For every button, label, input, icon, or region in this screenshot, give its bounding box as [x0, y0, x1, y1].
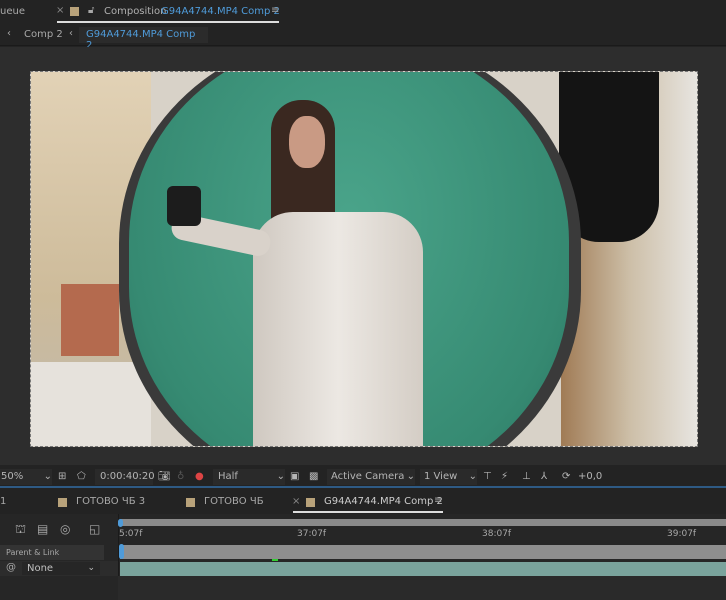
- camera-value: Active Camera: [331, 471, 405, 482]
- magnification-value: 50%: [1, 471, 24, 482]
- viewer-toolbar: 50% ⌄ ⊞ ⬠ 0:00:40:20 📷︎ ♁ ● Half ⌄ ▣ ▩ Ac…: [0, 465, 726, 488]
- wall-decor: [61, 284, 119, 356]
- active-tab-underline: [57, 21, 279, 23]
- timeline-tab[interactable]: ГОТОВО ЧБ: [204, 496, 264, 507]
- reset-exposure-icon[interactable]: ⟳: [562, 469, 570, 485]
- graph-editor-icon[interactable]: ◱: [89, 522, 100, 536]
- layer-bar[interactable]: [120, 562, 726, 576]
- work-area-start-handle[interactable]: [118, 519, 123, 527]
- label-color-icon: [306, 498, 315, 507]
- column-header-parent[interactable]: Parent & Link: [0, 545, 104, 560]
- views-value: 1 View: [424, 471, 458, 482]
- keyframe-marker: [272, 559, 278, 561]
- draft-3d-icon[interactable]: ⛫: [15, 522, 26, 538]
- resolution-value: Half: [218, 471, 238, 482]
- timeline-tab[interactable]: ГОТОВО ЧБ 3: [76, 496, 145, 507]
- chevron-left-icon[interactable]: ‹: [69, 28, 73, 39]
- channel-icon[interactable]: ●: [195, 469, 204, 485]
- time-navigator[interactable]: [120, 545, 726, 559]
- playhead[interactable]: [119, 544, 124, 559]
- flowchart-icon[interactable]: ⅄: [541, 469, 547, 485]
- toggle-pixel-aspect-icon[interactable]: ⊤: [483, 469, 492, 485]
- fast-previews-icon[interactable]: ⚡︎: [501, 469, 508, 485]
- transparency-grid-icon[interactable]: ▩: [309, 469, 318, 485]
- parent-value: None: [27, 563, 54, 574]
- shelf-left: [31, 362, 151, 446]
- panel-menu-icon[interactable]: ≡: [434, 495, 442, 506]
- resolution-dropdown[interactable]: Half ⌄: [213, 469, 285, 485]
- timeline-tab-bar: 1 ГОТОВО ЧБ 3 ГОТОВО ЧБ × G94A4744.MP4 C…: [0, 490, 726, 514]
- timeline-panel: ⛫ ▤ ◎ ◱ 5:07f 37:07f 38:07f 39:07f Paren…: [0, 514, 726, 600]
- ruler-label: 38:07f: [482, 529, 512, 539]
- lock-icon[interactable]: 🔓︎: [88, 5, 94, 16]
- camera-dropdown[interactable]: Active Camera ⌄: [327, 469, 415, 485]
- chevron-left-icon[interactable]: ‹: [7, 28, 11, 39]
- face: [289, 116, 325, 168]
- tab-composition-name[interactable]: G94A4744.MP4 Comp 2: [161, 6, 280, 17]
- grid-guides-icon[interactable]: ⊞: [58, 469, 66, 485]
- frame-blending-icon[interactable]: ▤: [37, 522, 48, 536]
- magnification-dropdown[interactable]: 50% ⌄: [0, 469, 52, 485]
- pick-whip-icon[interactable]: @: [6, 562, 16, 573]
- label-color-icon: [58, 498, 67, 507]
- panel-tab-bar: ueue × 🔓︎ Composition G94A4744.MP4 Comp …: [0, 0, 726, 24]
- current-time[interactable]: 0:00:40:20: [95, 469, 155, 485]
- ruler-label: 39:07f: [667, 529, 697, 539]
- panel-menu-icon[interactable]: ≡: [271, 5, 279, 16]
- exposure-value[interactable]: +0,0: [578, 469, 602, 485]
- timeline-icon[interactable]: ⊥: [522, 469, 531, 485]
- ruler-label: 37:07f: [297, 529, 327, 539]
- show-snapshot-icon[interactable]: ♁: [177, 469, 184, 485]
- work-area-bar[interactable]: [120, 519, 726, 526]
- parent-dropdown[interactable]: None ⌄: [22, 562, 100, 575]
- close-icon[interactable]: ×: [56, 5, 64, 16]
- tab-render-queue[interactable]: ueue: [0, 6, 25, 17]
- motion-blur-icon[interactable]: ◎: [60, 522, 70, 536]
- close-icon[interactable]: ×: [292, 496, 300, 507]
- label-color-icon: [186, 498, 195, 507]
- pistol: [167, 186, 201, 226]
- region-of-interest-icon[interactable]: ▣: [290, 469, 299, 485]
- composition-frame[interactable]: [30, 71, 698, 447]
- robe: [253, 212, 423, 446]
- snapshot-icon[interactable]: 📷︎: [158, 469, 171, 485]
- timeline-tab-active[interactable]: G94A4744.MP4 Comp 2: [324, 496, 443, 507]
- label-color-icon: [70, 7, 79, 16]
- timeline-tab[interactable]: 1: [0, 496, 6, 507]
- views-dropdown[interactable]: 1 View ⌄: [420, 469, 477, 485]
- breadcrumb: ‹ Comp 2 ‹ G94A4744.MP4 Comp 2: [0, 24, 726, 51]
- breadcrumb-item[interactable]: Comp 2: [24, 29, 63, 40]
- tab-composition-label[interactable]: Composition: [104, 6, 166, 17]
- active-tab-underline: [293, 511, 443, 513]
- ruler-label: 5:07f: [119, 529, 143, 539]
- breadcrumb-item-current[interactable]: G94A4744.MP4 Comp 2: [79, 27, 208, 51]
- timeline-empty-area: [118, 576, 726, 600]
- mask-visibility-icon[interactable]: ⬠: [77, 469, 86, 485]
